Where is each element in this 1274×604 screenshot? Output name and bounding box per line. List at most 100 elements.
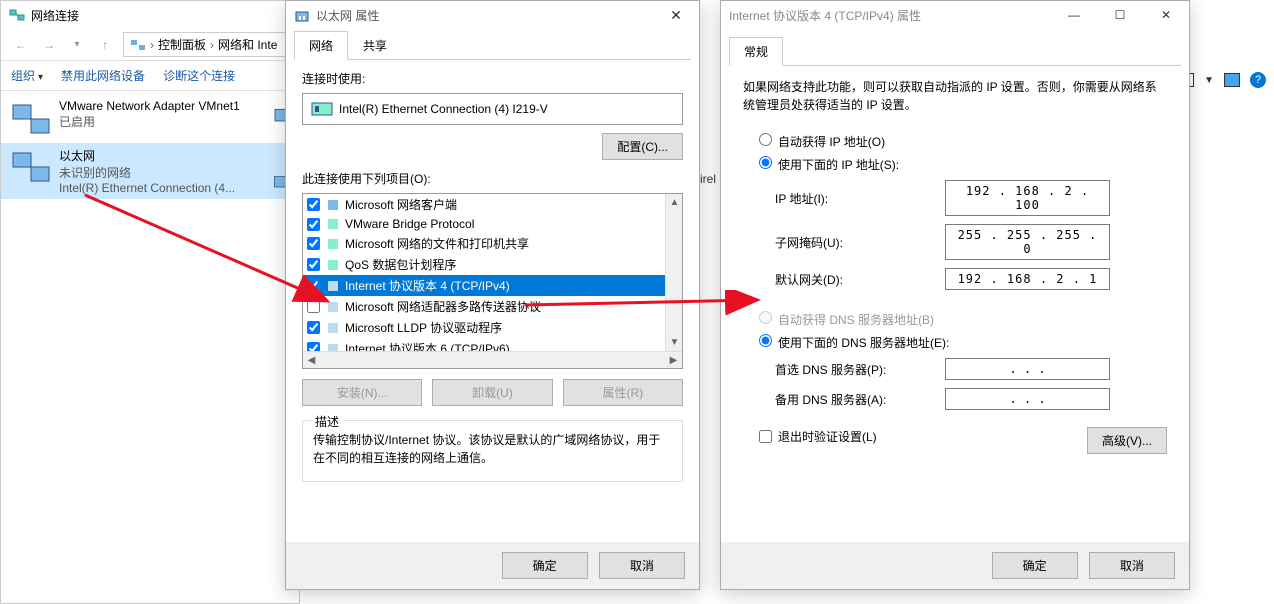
protocol-item[interactable]: Microsoft 网络客户端: [303, 194, 682, 215]
ok-button[interactable]: 确定: [992, 552, 1078, 579]
scroll-up-icon[interactable]: ▲: [666, 194, 683, 211]
properties-button[interactable]: 属性(R): [563, 379, 683, 406]
close-icon[interactable]: ✕: [1143, 1, 1189, 29]
cancel-button[interactable]: 取消: [599, 552, 685, 579]
mask-input[interactable]: 255 . 255 . 255 . 0: [945, 224, 1110, 260]
protocol-item[interactable]: QoS 数据包计划程序: [303, 254, 682, 275]
maximize-icon[interactable]: ☐: [1097, 1, 1143, 29]
description-legend: 描述: [311, 413, 343, 430]
toolbar-disable[interactable]: 禁用此网络设备: [61, 67, 145, 84]
subnet-mask-row: 子网掩码(U): 255 . 255 . 255 . 0: [775, 220, 1167, 264]
radio-auto-ip[interactable]: 自动获得 IP 地址(O): [759, 130, 1167, 153]
ip-address-row: IP 地址(I): 192 . 168 . 2 . 100: [775, 176, 1167, 220]
protocol-icon: [326, 300, 340, 314]
adapter-icon: [7, 147, 55, 187]
configure-button[interactable]: 配置(C)...: [602, 133, 683, 160]
radio-use-ip[interactable]: 使用下面的 IP 地址(S):: [759, 153, 1167, 176]
items-label: 此连接使用下列项目(O):: [302, 170, 683, 187]
help-icon[interactable]: ?: [1250, 72, 1266, 88]
nav-back-icon[interactable]: ←: [7, 33, 35, 57]
radio-auto-dns: 自动获得 DNS 服务器地址(B): [759, 308, 1167, 331]
scroll-left-icon[interactable]: ◀: [303, 352, 320, 369]
ok-button[interactable]: 确定: [502, 552, 588, 579]
protocol-checkbox[interactable]: [307, 237, 320, 250]
radio-input[interactable]: [759, 133, 772, 146]
protocol-list[interactable]: Microsoft 网络客户端 VMware Bridge Protocol M…: [302, 193, 683, 369]
dns1-label: 首选 DNS 服务器(P):: [775, 361, 945, 378]
protocol-checkbox[interactable]: [307, 279, 320, 292]
protocol-icon: [326, 279, 340, 293]
breadcrumb-root[interactable]: 控制面板: [158, 36, 206, 53]
connection-name: 以太网: [59, 147, 293, 164]
dns2-input[interactable]: . . .: [945, 388, 1110, 410]
description-text: 传输控制协议/Internet 协议。该协议是默认的广域网络协议，用于在不同的相…: [313, 431, 672, 467]
window-title: 网络连接: [31, 7, 79, 24]
view-dropdown-icon[interactable]: ▼: [1204, 75, 1214, 86]
connection-item-vmnet1[interactable]: VMware Network Adapter VMnet1 已启用: [1, 95, 299, 143]
scrollbar-vertical[interactable]: ▲ ▼: [665, 194, 682, 351]
connection-item-ethernet[interactable]: 以太网 未识别的网络 Intel(R) Ethernet Connection …: [1, 143, 299, 199]
connection-info: 以太网 未识别的网络 Intel(R) Ethernet Connection …: [55, 147, 293, 195]
protocol-icon: [326, 321, 340, 335]
connect-using-label: 连接时使用:: [302, 70, 683, 87]
minimize-icon[interactable]: —: [1051, 1, 1097, 29]
tab-sharing[interactable]: 共享: [348, 31, 402, 60]
view-details-icon[interactable]: [1224, 73, 1240, 87]
cancel-button[interactable]: 取消: [1089, 552, 1175, 579]
dialog-body: 连接时使用: Intel(R) Ethernet Connection (4) …: [286, 60, 699, 492]
nav-bar: ← → ▾ ↑ › 控制面板 › 网络和 Inte: [1, 29, 299, 61]
dns2-label: 备用 DNS 服务器(A):: [775, 391, 945, 408]
dialog-buttons: 确定 取消: [721, 542, 1189, 589]
nav-forward-icon[interactable]: →: [35, 33, 63, 57]
protocol-checkbox[interactable]: [307, 198, 320, 211]
adapter-icon: [7, 99, 55, 139]
protocol-checkbox[interactable]: [307, 218, 320, 231]
toolbar-organize[interactable]: 组织: [11, 67, 43, 84]
validate-checkbox[interactable]: [759, 430, 772, 443]
nic-box: Intel(R) Ethernet Connection (4) I219-V: [302, 93, 683, 125]
dns1-input[interactable]: . . .: [945, 358, 1110, 380]
wireless-text-fragment: irel: [700, 172, 716, 186]
scrollbar-horizontal[interactable]: ◀ ▶: [303, 351, 682, 368]
nic-icon: [311, 100, 333, 118]
protocol-checkbox[interactable]: [307, 300, 320, 313]
dialog-titlebar[interactable]: 以太网 属性 ✕: [286, 1, 699, 30]
description-group: 描述 传输控制协议/Internet 协议。该协议是默认的广域网络协议，用于在不…: [302, 420, 683, 482]
ipv4-properties-dialog: — ☐ ✕ Internet 协议版本 4 (TCP/IPv4) 属性 常规 如…: [720, 0, 1190, 590]
gateway-label: 默认网关(D):: [775, 271, 945, 288]
scroll-down-icon[interactable]: ▼: [666, 334, 683, 351]
radio-use-dns[interactable]: 使用下面的 DNS 服务器地址(E):: [759, 331, 1167, 354]
protocol-item[interactable]: Microsoft 网络的文件和打印机共享: [303, 233, 682, 254]
toolbar-diagnose[interactable]: 诊断这个连接: [163, 67, 235, 84]
tabs: 网络 共享: [294, 30, 691, 60]
protocol-item[interactable]: Microsoft LLDP 协议驱动程序: [303, 317, 682, 338]
advanced-button[interactable]: 高级(V)...: [1087, 427, 1167, 454]
breadcrumb[interactable]: › 控制面板 › 网络和 Inte: [123, 32, 293, 57]
radio-input[interactable]: [759, 334, 772, 347]
window-titlebar[interactable]: 网络连接: [1, 1, 299, 29]
gateway-input[interactable]: 192 . 168 . 2 . 1: [945, 268, 1110, 290]
tab-network[interactable]: 网络: [294, 31, 348, 60]
connection-name: VMware Network Adapter VMnet1: [59, 99, 293, 113]
breadcrumb-mid[interactable]: 网络和 Inte: [218, 36, 277, 53]
ethernet-icon: [294, 8, 310, 24]
nic-name: Intel(R) Ethernet Connection (4) I219-V: [339, 102, 548, 116]
scroll-right-icon[interactable]: ▶: [665, 352, 682, 369]
nav-up-icon[interactable]: ↑: [91, 33, 119, 57]
protocol-checkbox[interactable]: [307, 321, 320, 334]
network-icon: [9, 7, 25, 23]
ip-input[interactable]: 192 . 168 . 2 . 100: [945, 180, 1110, 216]
protocol-checkbox[interactable]: [307, 258, 320, 271]
close-icon[interactable]: ✕: [661, 7, 691, 24]
nav-history-icon[interactable]: ▾: [63, 33, 91, 57]
protocol-item-ipv4[interactable]: Internet 协议版本 4 (TCP/IPv4): [303, 275, 682, 296]
install-button[interactable]: 安装(N)...: [302, 379, 422, 406]
breadcrumb-sep: ›: [150, 38, 154, 52]
tab-general[interactable]: 常规: [729, 37, 783, 66]
protocol-item[interactable]: VMware Bridge Protocol: [303, 215, 682, 233]
protocol-item[interactable]: Microsoft 网络适配器多路传送器协议: [303, 296, 682, 317]
uninstall-button[interactable]: 卸载(U): [432, 379, 552, 406]
radio-input[interactable]: [759, 156, 772, 169]
validate-label: 退出时验证设置(L): [778, 428, 877, 445]
gateway-row: 默认网关(D): 192 . 168 . 2 . 1: [775, 264, 1167, 294]
